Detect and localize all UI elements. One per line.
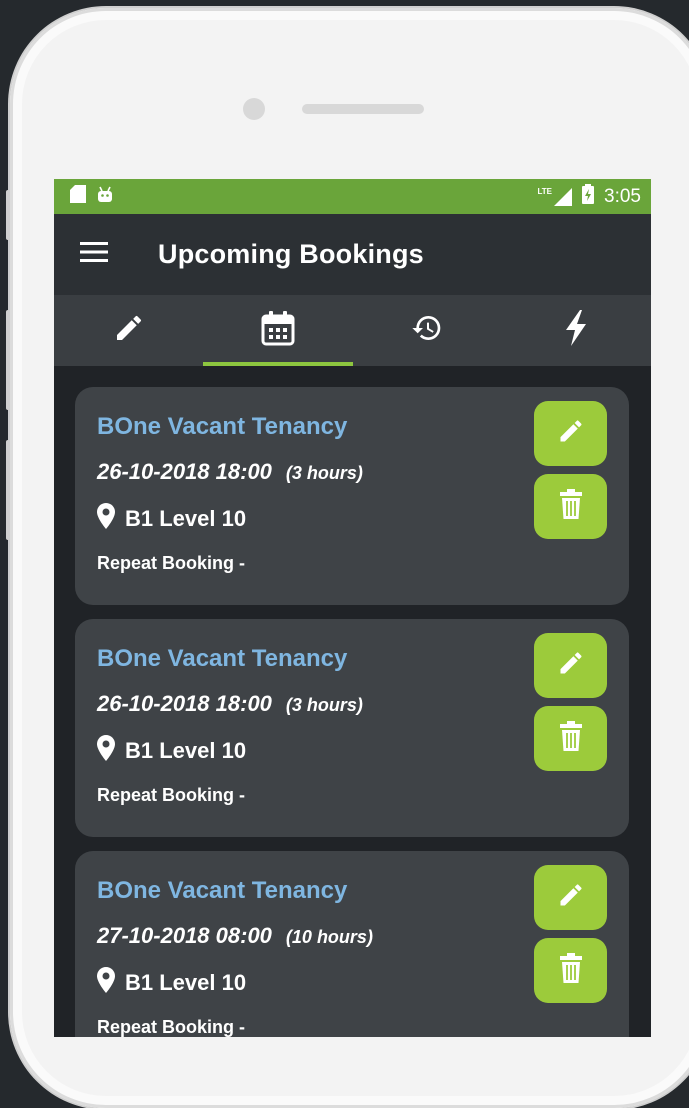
status-time: 3:05 bbox=[604, 185, 641, 207]
location-pin-icon bbox=[97, 503, 115, 535]
network-type-label: LTE bbox=[537, 186, 553, 196]
booking-duration: (3 hours) bbox=[285, 463, 363, 483]
tab-booking-history[interactable] bbox=[353, 295, 502, 366]
tab-upcoming-bookings[interactable] bbox=[203, 295, 353, 366]
trash-icon bbox=[559, 721, 583, 756]
booking-title[interactable]: BOne Vacant Tenancy bbox=[97, 877, 607, 905]
booking-card[interactable]: BOne Vacant Tenancy 27-10-2018 08:00 (10… bbox=[75, 851, 629, 1037]
battery-charging-icon bbox=[582, 184, 595, 209]
booking-location: B1 Level 10 bbox=[125, 738, 247, 763]
delete-booking-button[interactable] bbox=[534, 474, 607, 539]
booking-location-row: B1 Level 10 bbox=[97, 503, 607, 535]
app-screen: LTE 3:05 Upcoming Bookings BOne Vacant T… bbox=[54, 179, 651, 1037]
side-button-volume-up bbox=[6, 310, 10, 410]
booking-title[interactable]: BOne Vacant Tenancy bbox=[97, 413, 607, 441]
booking-datetime-row: 27-10-2018 08:00 (10 hours) bbox=[97, 923, 607, 949]
location-pin-icon bbox=[97, 967, 115, 999]
side-button-mute bbox=[6, 190, 10, 240]
app-bar: Upcoming Bookings bbox=[54, 214, 651, 295]
android-icon bbox=[96, 185, 114, 208]
booking-repeat: Repeat Booking - bbox=[97, 553, 246, 573]
sd-card-icon bbox=[70, 185, 86, 208]
calendar-icon bbox=[261, 310, 295, 351]
booking-location-row: B1 Level 10 bbox=[97, 967, 607, 999]
location-pin-icon bbox=[97, 735, 115, 767]
status-bar: LTE 3:05 bbox=[54, 179, 651, 214]
lte-signal-icon: LTE bbox=[537, 186, 573, 206]
side-button-volume-down bbox=[6, 440, 10, 540]
edit-booking-button[interactable] bbox=[534, 633, 607, 698]
delete-booking-button[interactable] bbox=[534, 938, 607, 1003]
tab-quick-book[interactable] bbox=[502, 295, 651, 366]
edit-booking-button[interactable] bbox=[534, 865, 607, 930]
history-icon bbox=[410, 312, 444, 349]
booking-duration: (3 hours) bbox=[285, 695, 363, 715]
earpiece-speaker bbox=[302, 104, 424, 114]
pencil-icon bbox=[113, 312, 145, 349]
booking-repeat: Repeat Booking - bbox=[97, 1017, 246, 1037]
delete-booking-button[interactable] bbox=[534, 706, 607, 771]
edit-booking-button[interactable] bbox=[534, 401, 607, 466]
booking-title[interactable]: BOne Vacant Tenancy bbox=[97, 645, 607, 673]
booking-list: BOne Vacant Tenancy 26-10-2018 18:00 (3 … bbox=[54, 366, 651, 1037]
booking-location: B1 Level 10 bbox=[125, 506, 247, 531]
booking-datetime-row: 26-10-2018 18:00 (3 hours) bbox=[97, 459, 607, 485]
tab-bar bbox=[54, 295, 651, 366]
hamburger-menu-icon bbox=[80, 242, 108, 267]
booking-location-row: B1 Level 10 bbox=[97, 735, 607, 767]
booking-datetime: 26-10-2018 18:00 bbox=[97, 691, 272, 716]
lightning-icon bbox=[564, 310, 588, 351]
pencil-icon bbox=[557, 417, 585, 450]
menu-button[interactable] bbox=[54, 214, 158, 295]
booking-duration: (10 hours) bbox=[285, 927, 373, 947]
trash-icon bbox=[559, 953, 583, 988]
booking-datetime: 27-10-2018 08:00 bbox=[97, 923, 272, 948]
booking-card[interactable]: BOne Vacant Tenancy 26-10-2018 18:00 (3 … bbox=[75, 619, 629, 837]
pencil-icon bbox=[557, 649, 585, 682]
booking-datetime: 26-10-2018 18:00 bbox=[97, 459, 272, 484]
booking-card[interactable]: BOne Vacant Tenancy 26-10-2018 18:00 (3 … bbox=[75, 387, 629, 605]
tab-new-booking[interactable] bbox=[54, 295, 203, 366]
trash-icon bbox=[559, 489, 583, 524]
pencil-icon bbox=[557, 881, 585, 914]
booking-datetime-row: 26-10-2018 18:00 (3 hours) bbox=[97, 691, 607, 717]
page-title: Upcoming Bookings bbox=[158, 239, 424, 269]
booking-location: B1 Level 10 bbox=[125, 970, 247, 995]
booking-repeat: Repeat Booking - bbox=[97, 785, 246, 805]
front-camera bbox=[243, 98, 265, 120]
